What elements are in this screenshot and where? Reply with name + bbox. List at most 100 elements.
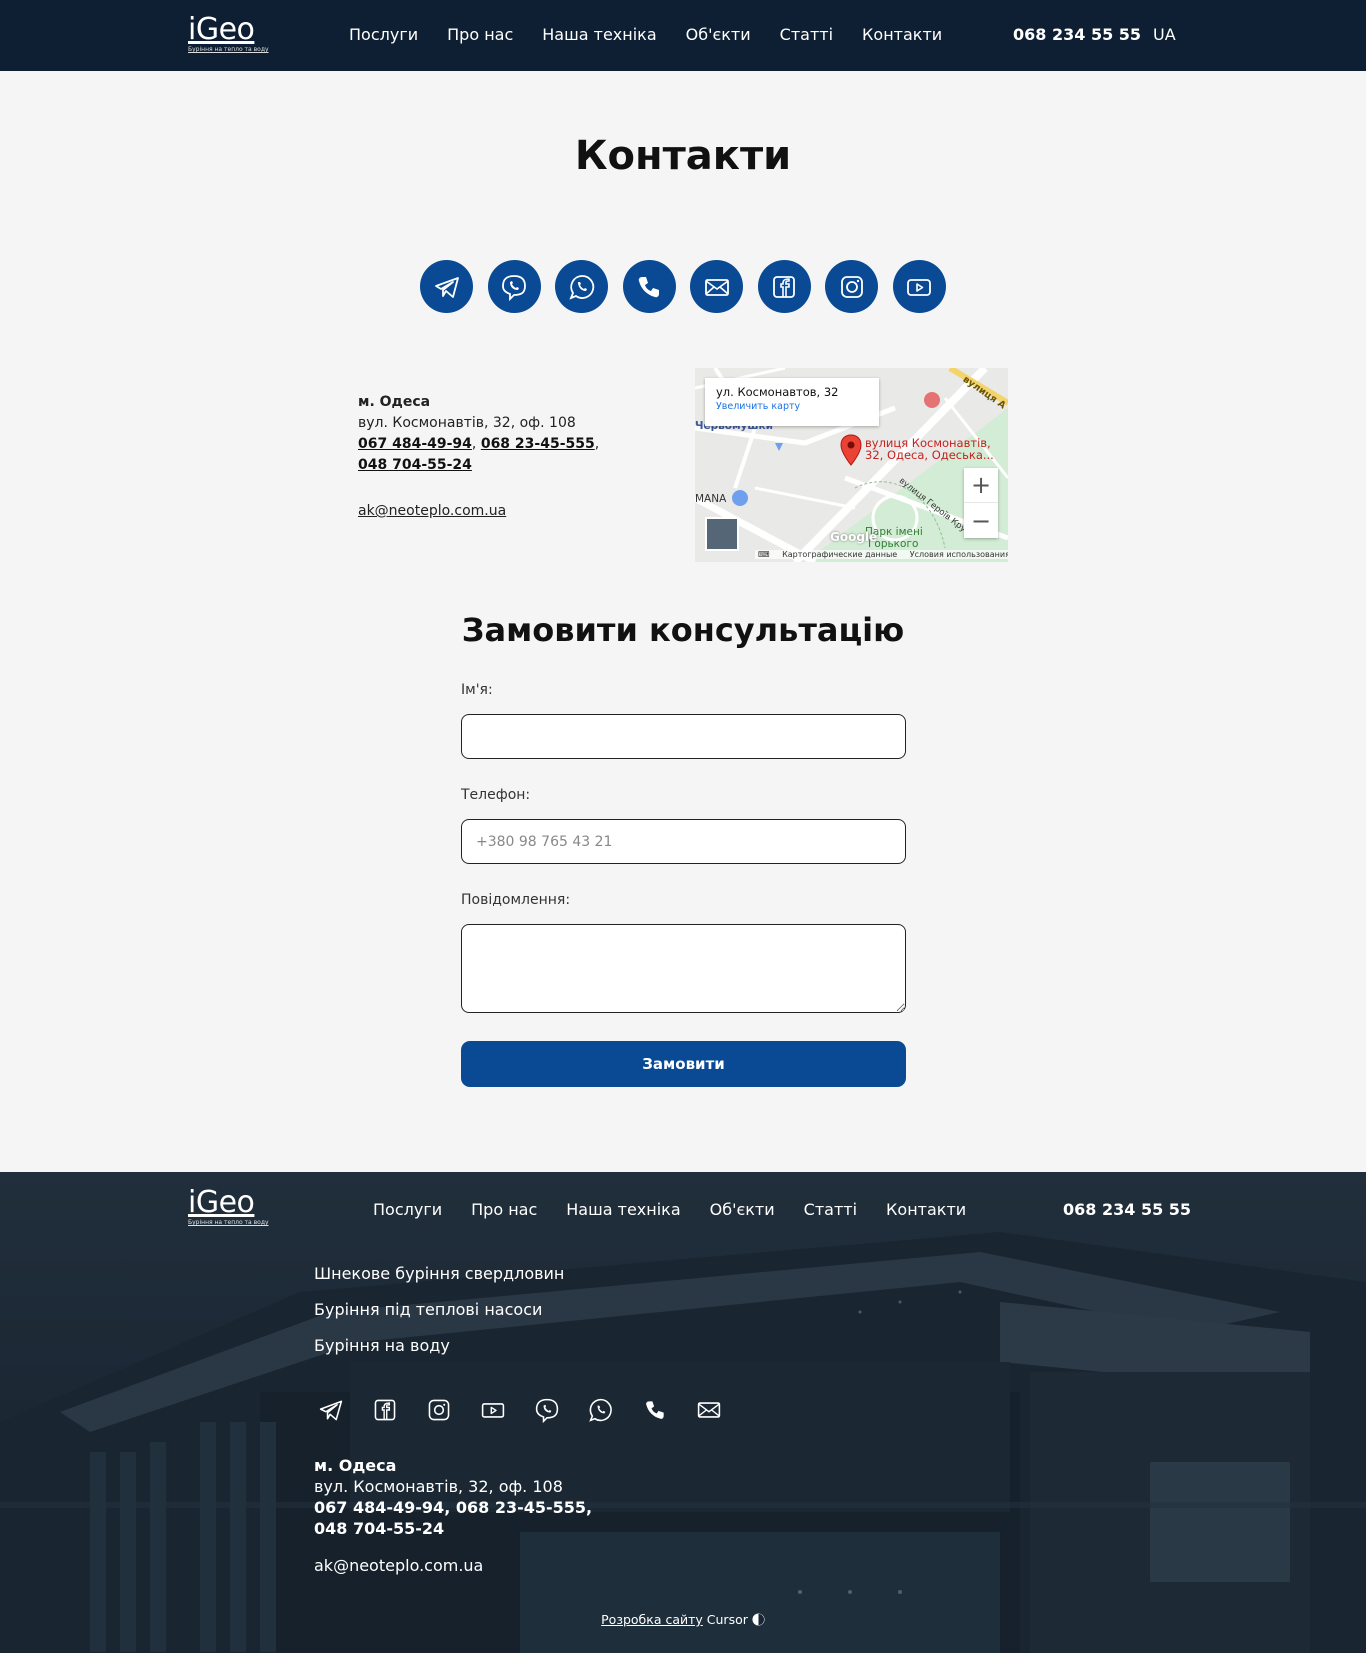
footer-phone-link-3[interactable]: 048 704-55-24 [314,1519,444,1538]
name-label: Ім'я: [461,682,493,698]
logo-word: iGeo [188,12,255,47]
phone-button[interactable] [622,260,676,313]
instagram-icon [840,275,863,298]
footer-logo[interactable]: iGeo Буріння на тепло та воду [188,1188,269,1227]
nav-item-contacts[interactable]: Контакти [862,25,942,44]
page-title: Контакти [574,133,792,179]
main-nav: Послуги Про нас Наша техніка Об'єкти Ста… [349,25,971,44]
nav-item-about[interactable]: Про нас [447,25,513,44]
map-satellite-toggle[interactable] [705,517,739,551]
telegram-icon [319,1400,343,1421]
map-footer: ⌨ Картографические данные Условия исполь… [755,550,1008,559]
nav-item-services[interactable]: Послуги [349,25,418,44]
logo-word: iGeo [188,1185,255,1220]
submit-button[interactable]: Замовити [461,1041,906,1087]
footer-phone-link-2[interactable]: 068 23-45-555 [456,1498,586,1517]
contact-phones: 067 484-49-94, 068 23-45-555, 048 704-55… [358,434,658,476]
service-link-heat-pump-drilling[interactable]: Буріння під теплові насоси [314,1300,564,1320]
nav-item-articles[interactable]: Статті [780,25,833,44]
footer-city: м. Одеса [314,1456,397,1475]
footer-contacts: м. Одеса вул. Космонавтів, 32, оф. 108 0… [314,1455,592,1576]
phone-icon [638,276,659,297]
footer-nav: Послуги Про нас Наша техніка Об'єкти Ста… [373,1200,995,1219]
phone-input[interactable] [461,819,906,864]
logo[interactable]: iGeo Буріння на тепло та воду [188,15,269,54]
footer-services: Шнекове буріння свердловин Буріння під т… [314,1264,564,1372]
logo-tagline: Буріння на тепло та воду [188,1219,269,1226]
developer-brand: Cursor [706,1612,748,1627]
facebook-icon [773,275,795,298]
viber-button[interactable] [487,260,541,313]
map-pin-icon[interactable] [840,434,862,466]
footer-phone-link[interactable]: 068 234 55 55 [1063,1200,1191,1219]
phone-separator: , [471,436,481,452]
footer-youtube-link[interactable] [480,1397,506,1423]
footer-telegram-link[interactable] [318,1397,344,1423]
site-footer: iGeo Буріння на тепло та воду Послуги Пр… [0,1172,1366,1653]
map-pin-label-line: 32, Одеса, Одеська... [865,448,994,462]
message-textarea[interactable] [461,924,906,1013]
phone-link-2[interactable]: 068 23-45-555 [481,436,595,452]
mail-icon [704,278,729,296]
consultation-form: Ім'я: Телефон: Повідомлення: Замовити [461,682,906,1087]
email-link[interactable]: ak@neoteplo.com.ua [358,501,506,522]
developer-credit-link[interactable]: Розробка сайту [601,1612,703,1627]
keyboard-icon[interactable]: ⌨ [758,550,770,559]
footer-nav-item-services[interactable]: Послуги [373,1200,442,1219]
viber-icon [535,1398,559,1423]
phone-group: Телефон: [461,787,906,864]
map-enlarge-link[interactable]: Увеличить карту [716,401,868,412]
google-logo: Google [830,530,878,544]
footer-phone-link-1[interactable]: 067 484-49-94 [314,1498,444,1517]
nav-item-objects[interactable]: Об'єкти [686,25,751,44]
instagram-button[interactable] [825,260,878,313]
contact-city: м. Одеса [358,394,431,410]
phone-icon [646,1401,664,1419]
message-label: Повідомлення: [461,892,571,908]
language-switcher[interactable]: UA [1153,25,1176,44]
footer-email-link[interactable]: ak@neoteplo.com.ua [314,1555,483,1576]
developer-credit: Розробка сайту Cursor [0,1612,1366,1627]
footer-viber-link[interactable] [534,1397,560,1423]
facebook-icon [374,1399,396,1421]
zoom-in-button[interactable]: + [964,468,998,503]
footer-whatsapp-link[interactable] [588,1397,614,1423]
footer-mail-link[interactable] [696,1397,722,1423]
header-phone-link[interactable]: 068 234 55 55 [1013,25,1141,44]
footer-nav-item-articles[interactable]: Статті [804,1200,857,1219]
phone-separator: , [594,436,600,452]
map-terms-link[interactable]: Условия использования [910,550,1008,559]
map-data-link[interactable]: Картографические данные [782,550,897,559]
telegram-button[interactable] [420,260,473,313]
contact-address: вул. Космонавтів, 32, оф. 108 [358,415,576,431]
map-pin-label: вулиця Космонавтів, 32, Одеса, Одеська..… [865,437,994,461]
phone-link-3[interactable]: 048 704-55-24 [358,457,472,473]
name-input[interactable] [461,714,906,759]
nav-item-equipment[interactable]: Наша техніка [542,25,656,44]
whatsapp-button[interactable] [555,260,608,313]
cursor-logo-icon [752,1613,765,1626]
footer-nav-item-equipment[interactable]: Наша техніка [566,1200,680,1219]
footer-nav-item-objects[interactable]: Об'єкти [710,1200,775,1219]
footer-phones: 067 484-49-94, 068 23-45-555, 048 704-55… [314,1497,592,1539]
footer-facebook-link[interactable] [372,1397,398,1423]
google-map[interactable]: Черьомушки MANA Парк імені Горького вули… [695,368,1008,562]
contact-info: м. Одеса вул. Космонавтів, 32, оф. 108 0… [358,392,658,522]
logo-tagline: Буріння на тепло та воду [188,46,269,53]
footer-instagram-link[interactable] [426,1397,452,1423]
name-group: Ім'я: [461,682,906,759]
site-header: iGeo Буріння на тепло та воду Послуги Пр… [0,0,1366,71]
phone-link-1[interactable]: 067 484-49-94 [358,436,472,452]
footer-nav-item-contacts[interactable]: Контакти [886,1200,966,1219]
service-link-water-drilling[interactable]: Буріння на воду [314,1336,564,1356]
message-group: Повідомлення: [461,892,906,1013]
footer-nav-item-about[interactable]: Про нас [471,1200,537,1219]
service-link-auger-drilling[interactable]: Шнекове буріння свердловин [314,1264,564,1284]
youtube-button[interactable] [892,260,946,313]
footer-phone-icon-link[interactable] [642,1397,668,1423]
facebook-button[interactable] [757,260,811,313]
mail-button[interactable] [690,260,743,313]
map-info-address: ул. Космонавтов, 32 [716,385,839,399]
zoom-out-button[interactable]: − [964,503,998,538]
phone-separator: , [586,1498,593,1517]
